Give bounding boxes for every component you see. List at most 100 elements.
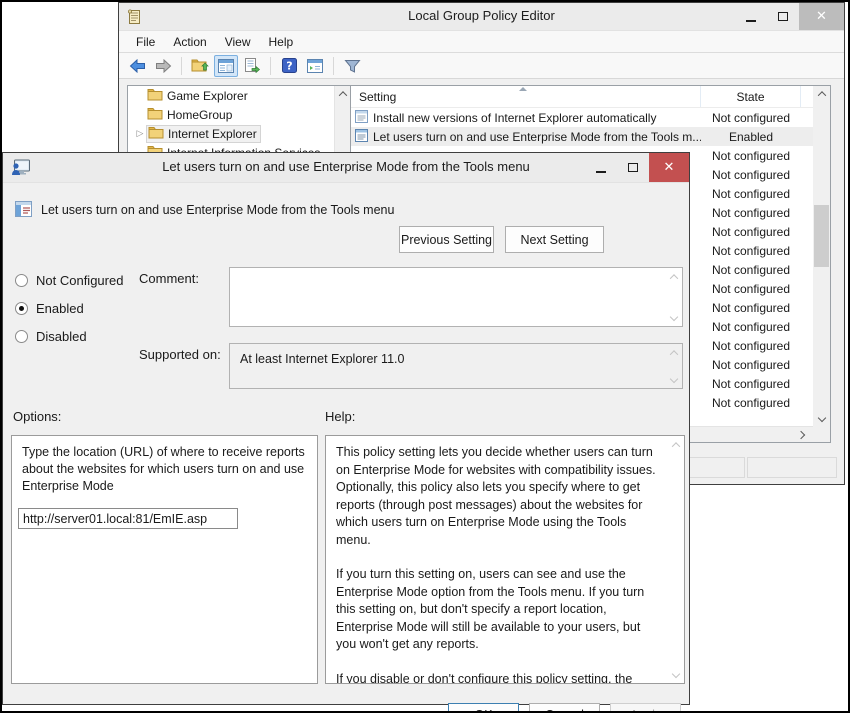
setting-state: Enabled [701,130,801,144]
folder-icon [147,107,163,123]
radio-label: Not Configured [36,273,123,288]
scroll-right-icon[interactable] [793,427,809,443]
previous-setting-button[interactable]: Previous Setting [399,226,494,253]
report-url-input[interactable] [18,508,238,529]
tree-item-label: HomeGroup [167,108,232,122]
scroll-down-icon[interactable] [672,670,680,678]
cancel-button[interactable]: Cancel [529,703,600,713]
list-vertical-scrollbar[interactable] [813,86,830,426]
gpe-titlebar[interactable]: Local Group Policy Editor ✕ [119,3,844,31]
radio-disabled[interactable]: Disabled [15,329,87,344]
up-one-level-icon[interactable] [188,55,212,77]
options-panel: Type the location (URL) of where to rece… [11,435,318,684]
folder-icon [147,88,163,104]
tree-item-homegroup[interactable]: HomeGroup [128,105,350,124]
radio-enabled[interactable]: Enabled [15,301,84,316]
maximize-button[interactable] [617,153,649,182]
radio-circle-selected[interactable] [15,302,28,315]
help-paragraph: If you disable or don't configure this p… [336,671,660,685]
scroll-down-icon [670,375,678,383]
menu-file[interactable]: File [127,32,164,52]
setting-name: Install new versions of Internet Explore… [373,111,656,125]
table-row[interactable]: Install new versions of Internet Explore… [351,108,813,127]
menu-view[interactable]: View [216,32,260,52]
radio-not-configured[interactable]: Not Configured [15,273,123,288]
setting-state: Not configured [701,149,801,163]
close-button[interactable]: ✕ [799,3,844,30]
column-header-state[interactable]: State [701,86,801,107]
setting-state: Not configured [701,282,801,296]
show-properties-window-icon[interactable] [303,55,327,77]
policy-setting-icon [15,201,32,220]
toolbar: ? [119,53,844,79]
minimize-button[interactable] [585,153,617,182]
comment-label: Comment: [139,271,199,286]
options-description: Type the location (URL) of where to rece… [22,444,307,495]
sort-ascending-icon [519,87,527,91]
help-paragraph: If you turn this setting on, users can s… [336,566,660,654]
maximize-button[interactable] [767,3,799,30]
policy-name-label: Let users turn on and use Enterprise Mod… [41,203,394,217]
menu-help[interactable]: Help [260,32,303,52]
setting-state: Not configured [701,377,801,391]
comment-textarea[interactable] [229,267,683,327]
radio-circle[interactable] [15,330,28,343]
scroll-up-icon[interactable] [335,86,350,102]
table-row-selected[interactable]: Let users turn on and use Enterprise Mod… [351,127,813,146]
help-paragraph: This policy setting lets you decide whet… [336,444,660,549]
dialog-content: Let users turn on and use Enterprise Mod… [3,183,689,704]
minimize-button[interactable] [735,3,767,30]
supported-on-value: At least Internet Explorer 11.0 [240,352,404,366]
setting-state: Not configured [701,320,801,334]
policy-setting-icon [355,110,368,126]
options-label: Options: [13,409,61,424]
policy-dialog: Let users turn on and use Enterprise Mod… [2,152,690,705]
tree-item-game-explorer[interactable]: Game Explorer [128,86,350,105]
setting-name: Let users turn on and use Enterprise Mod… [373,130,701,144]
setting-state: Not configured [701,168,801,182]
setting-state: Not configured [701,301,801,315]
setting-state: Not configured [701,358,801,372]
menu-action[interactable]: Action [164,32,215,52]
help-icon[interactable]: ? [277,55,301,77]
help-panel[interactable]: This policy setting lets you decide whet… [325,435,685,684]
desktop: Local Group Policy Editor ✕ File Action … [0,0,850,713]
setting-state: Not configured [701,244,801,258]
svg-text:?: ? [286,60,292,73]
tree-item-label: Game Explorer [167,89,248,103]
scrollbar-thumb[interactable] [814,205,829,267]
back-icon[interactable] [125,55,149,77]
scroll-up-icon [670,274,678,282]
list-header: Setting State [351,86,830,108]
setting-state: Not configured [701,396,801,410]
radio-label: Disabled [36,329,87,344]
dialog-titlebar[interactable]: Let users turn on and use Enterprise Mod… [3,153,689,183]
scroll-down-icon [670,313,678,321]
tree-item-internet-explorer[interactable]: ▷ Internet Explorer [128,124,350,143]
help-label: Help: [325,409,355,424]
next-setting-button[interactable]: Next Setting [505,226,604,253]
expander-icon[interactable]: ▷ [134,128,146,139]
ok-button[interactable]: OK [448,703,519,713]
policy-setting-icon [355,129,368,145]
toolbar-separator [333,57,334,75]
status-cell [747,457,837,478]
filter-icon[interactable] [340,55,364,77]
close-icon[interactable]: ✕ [649,153,689,182]
toolbar-separator [181,57,182,75]
export-list-icon[interactable] [240,55,264,77]
setting-state: Not configured [701,263,801,277]
scroll-up-icon[interactable] [813,86,830,102]
scroll-down-icon[interactable] [813,410,830,426]
radio-circle[interactable] [15,274,28,287]
scroll-up-icon[interactable] [672,442,680,450]
setting-state: Not configured [701,187,801,201]
setting-state: Not configured [701,339,801,353]
forward-icon[interactable] [151,55,175,77]
tree-item-label: Internet Explorer [168,127,257,141]
setting-state: Not configured [701,225,801,239]
apply-button[interactable]: Apply [610,703,681,713]
scrollbar-corner [813,426,830,442]
setting-state: Not configured [701,111,801,125]
show-console-tree-icon[interactable] [214,55,238,77]
